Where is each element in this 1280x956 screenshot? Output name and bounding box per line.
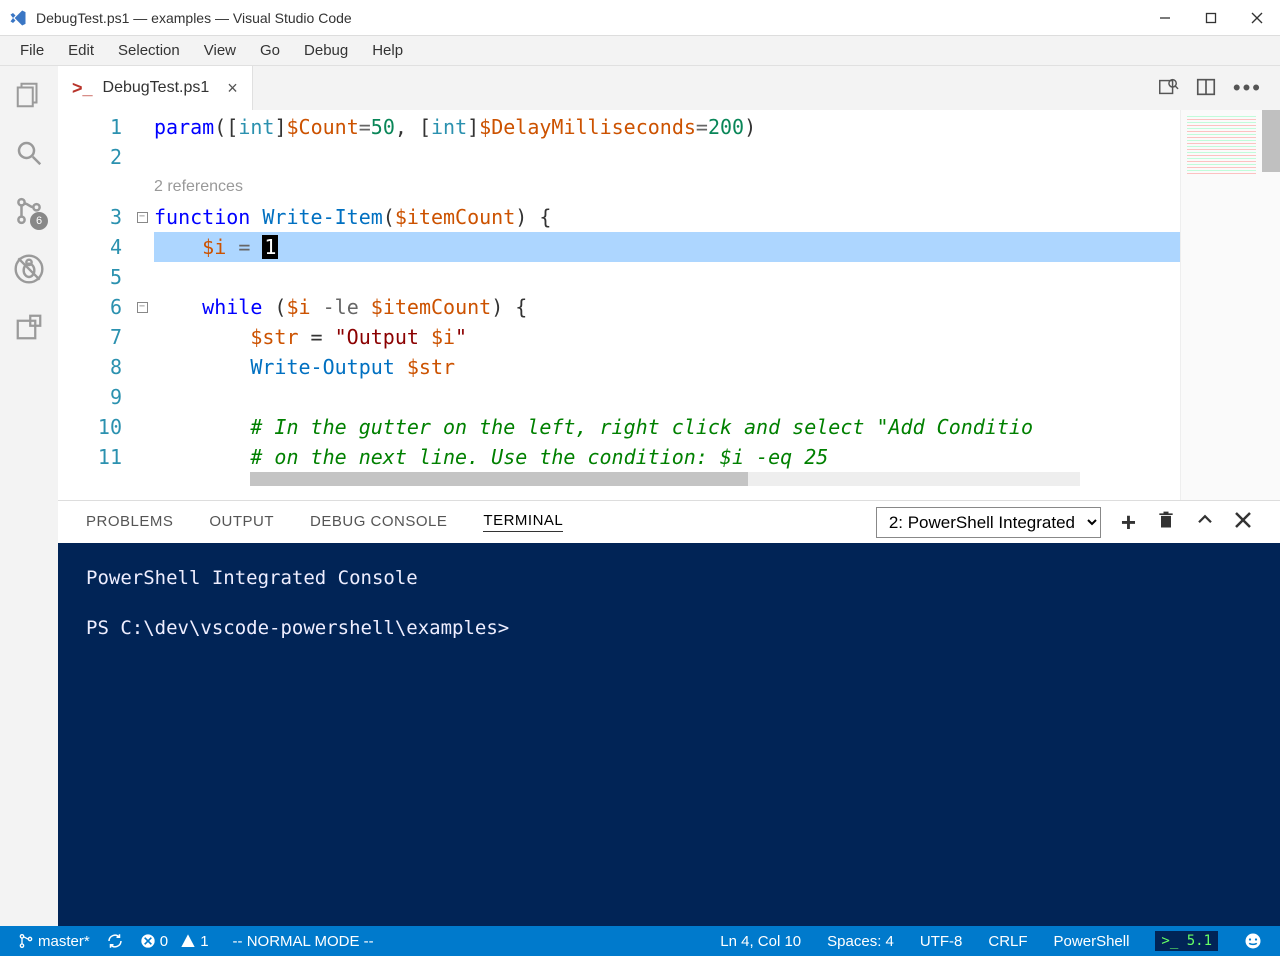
terminal[interactable]: PowerShell Integrated Console PS C:\dev\…	[58, 543, 1280, 926]
search-icon[interactable]	[10, 134, 48, 172]
titlebar: DebugTest.ps1 — examples — Visual Studio…	[0, 0, 1280, 36]
activity-bar: 6	[0, 66, 58, 926]
split-editor-icon[interactable]	[1195, 76, 1217, 101]
menu-selection[interactable]: Selection	[106, 38, 192, 63]
problems-status[interactable]: 0 1	[136, 933, 213, 950]
terminal-line: PowerShell Integrated Console	[86, 563, 1252, 593]
vim-mode: -- NORMAL MODE --	[229, 933, 378, 950]
menu-go[interactable]: Go	[248, 38, 292, 63]
vscode-logo-icon	[8, 8, 28, 28]
tab-label: DebugTest.ps1	[103, 79, 210, 97]
language-mode[interactable]: PowerShell	[1050, 933, 1134, 950]
editor-tabs: >_ DebugTest.ps1 × •••	[58, 66, 1280, 110]
close-panel-icon[interactable]	[1234, 511, 1252, 534]
code-text[interactable]: param([int]$Count=50, [int]$DelayMillise…	[154, 110, 1180, 500]
line-gutter: 12 345 678 91011	[58, 110, 130, 500]
terminal-selector[interactable]: 2: PowerShell Integrated	[876, 507, 1101, 538]
encoding[interactable]: UTF-8	[916, 933, 967, 950]
indentation[interactable]: Spaces: 4	[823, 933, 898, 950]
maximize-button[interactable]	[1188, 0, 1234, 36]
feedback-icon[interactable]	[1240, 932, 1266, 950]
statusbar: master* 0 1 -- NORMAL MODE -- Ln 4, Col …	[0, 926, 1280, 956]
panel-tab-terminal[interactable]: TERMINAL	[483, 512, 563, 532]
new-terminal-icon[interactable]: +	[1121, 507, 1136, 538]
tab-debugtest[interactable]: >_ DebugTest.ps1 ×	[58, 66, 253, 110]
panel-tab-problems[interactable]: PROBLEMS	[86, 513, 173, 532]
tab-close-icon[interactable]: ×	[227, 78, 238, 99]
fold-toggle-icon[interactable]: −	[137, 212, 148, 223]
locate-open-editor-icon[interactable]	[1157, 76, 1179, 101]
eol[interactable]: CRLF	[984, 933, 1031, 950]
powershell-version[interactable]: >_ 5.1	[1151, 931, 1222, 951]
git-branch[interactable]: master*	[14, 933, 94, 950]
more-actions-icon[interactable]: •••	[1233, 75, 1262, 101]
horizontal-scrollbar[interactable]	[250, 472, 1080, 486]
codelens-references[interactable]: 2 references	[154, 172, 1180, 202]
sync-icon[interactable]	[102, 932, 128, 950]
menu-debug[interactable]: Debug	[292, 38, 360, 63]
cursor-position[interactable]: Ln 4, Col 10	[716, 933, 805, 950]
window-title: DebugTest.ps1 — examples — Visual Studio…	[36, 10, 352, 26]
explorer-icon[interactable]	[10, 76, 48, 114]
minimap[interactable]	[1180, 110, 1280, 500]
powershell-file-icon: >_	[72, 78, 93, 99]
panel-tab-output[interactable]: OUTPUT	[209, 513, 274, 532]
text-cursor: 1	[262, 235, 278, 259]
terminal-prompt: PS C:\dev\vscode-powershell\examples>	[86, 613, 1252, 643]
scm-badge: 6	[30, 212, 48, 230]
menu-file[interactable]: File	[8, 38, 56, 63]
debug-icon[interactable]	[10, 250, 48, 288]
minimize-button[interactable]	[1142, 0, 1188, 36]
fold-toggle-icon[interactable]: −	[137, 302, 148, 313]
panel-tab-debugconsole[interactable]: DEBUG CONSOLE	[310, 513, 447, 532]
menubar: File Edit Selection View Go Debug Help	[0, 36, 1280, 66]
extensions-icon[interactable]	[10, 308, 48, 346]
bottom-panel: PROBLEMS OUTPUT DEBUG CONSOLE TERMINAL 2…	[58, 500, 1280, 926]
source-control-icon[interactable]: 6	[10, 192, 48, 230]
kill-terminal-icon[interactable]	[1156, 509, 1176, 536]
maximize-panel-icon[interactable]	[1196, 511, 1214, 534]
menu-help[interactable]: Help	[360, 38, 415, 63]
fold-gutter: − −	[130, 110, 154, 500]
menu-view[interactable]: View	[192, 38, 248, 63]
close-button[interactable]	[1234, 0, 1280, 36]
code-editor[interactable]: 12 345 678 91011 − − param([int]$Count=5…	[58, 110, 1280, 500]
window-controls	[1142, 0, 1280, 36]
menu-edit[interactable]: Edit	[56, 38, 106, 63]
minimap-scrollbar[interactable]	[1262, 110, 1280, 172]
